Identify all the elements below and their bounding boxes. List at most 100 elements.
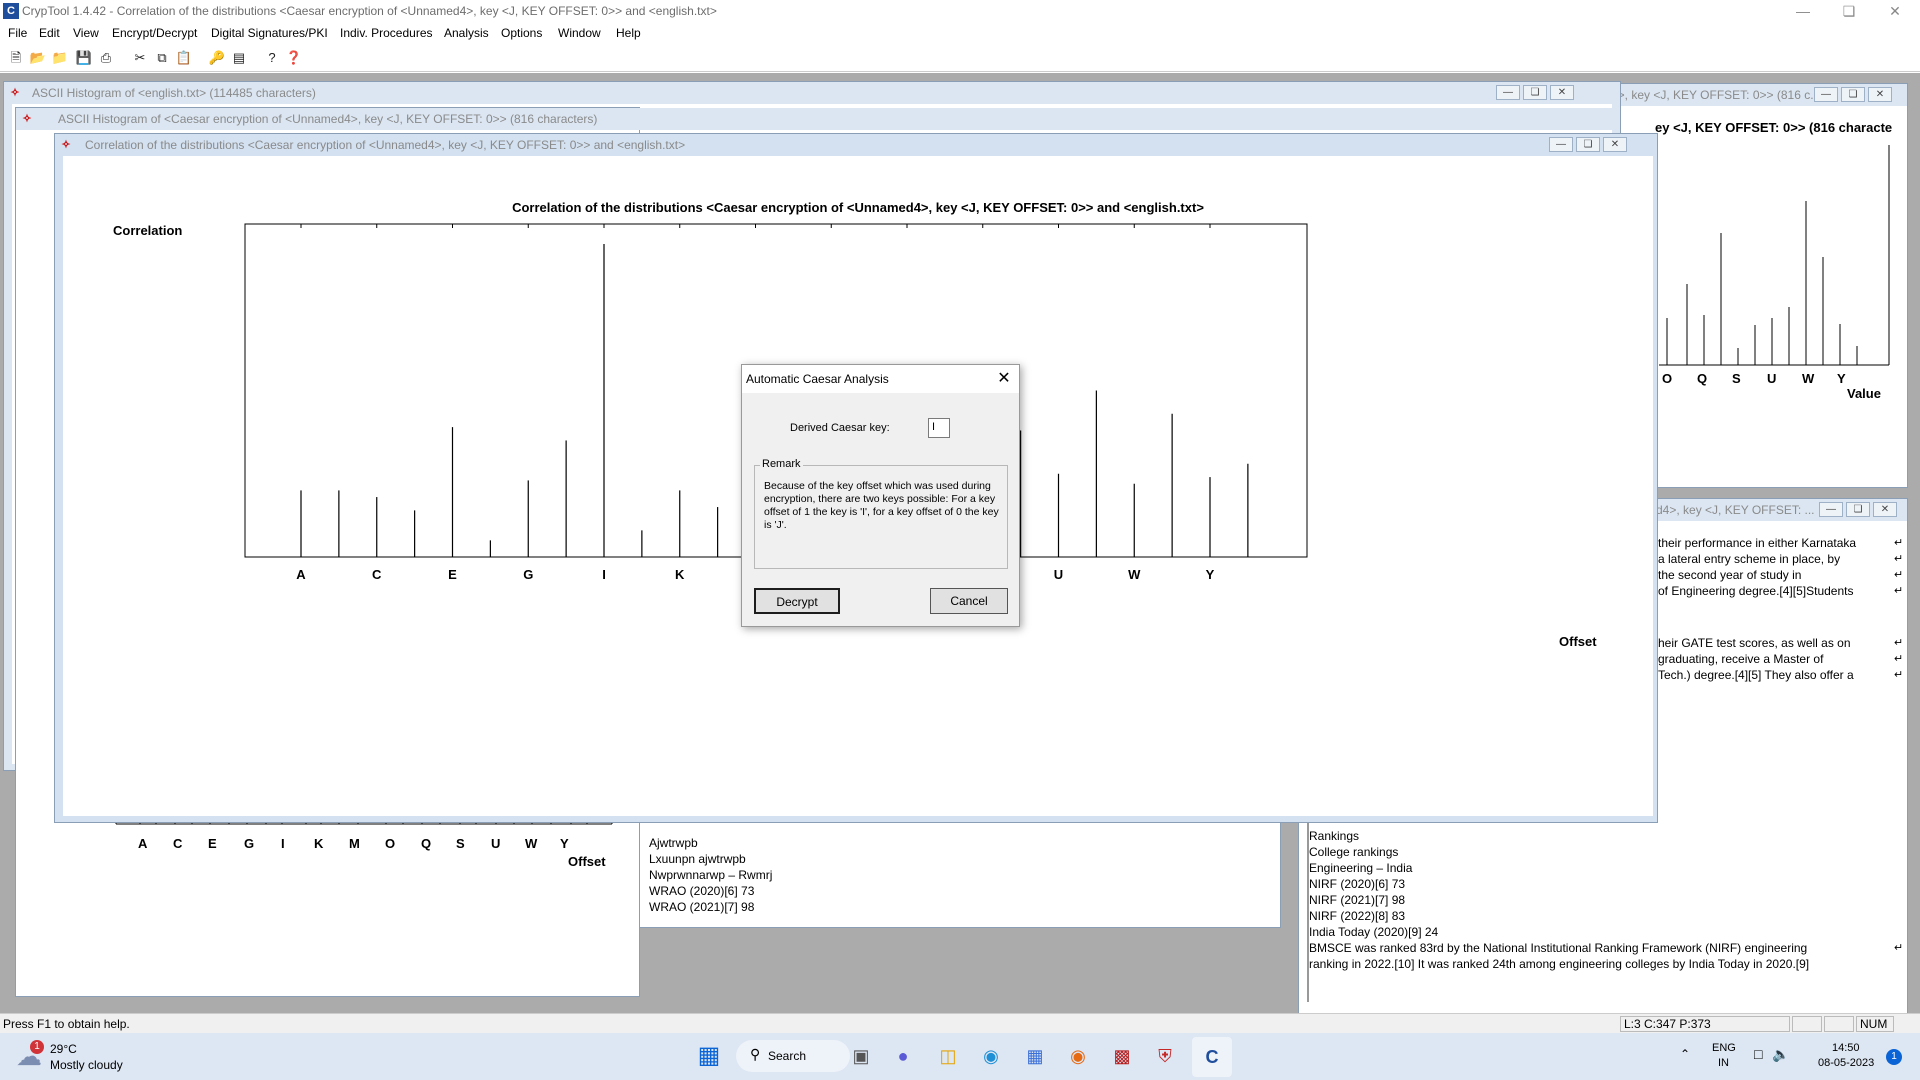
minimize-icon[interactable]: — — [1549, 137, 1573, 152]
menu-window[interactable]: Window — [558, 26, 601, 40]
show-key-icon[interactable]: ▤ — [229, 48, 249, 68]
antivirus-icon[interactable]: ⛨ — [1150, 1041, 1180, 1071]
x-tick-label: Q — [421, 836, 432, 851]
text-line: India Today (2020)[9] 24 — [1309, 925, 1439, 939]
remark-label: Remark — [760, 458, 803, 470]
edge-browser-icon[interactable]: ◉ — [976, 1041, 1006, 1071]
restore-icon[interactable]: ❏ — [1523, 85, 1547, 100]
close-icon[interactable]: ✕ — [1872, 0, 1918, 24]
close-icon[interactable]: ✕ — [1603, 137, 1627, 152]
x-tick-label: Y — [1206, 567, 1215, 582]
minimize-icon[interactable]: — — [1780, 0, 1826, 24]
menu-view[interactable]: View — [73, 26, 99, 40]
copy-icon[interactable]: ⧉ — [152, 48, 172, 68]
x-tick-label: M — [349, 836, 360, 851]
context-help-icon[interactable]: ❓ — [284, 48, 304, 68]
x-tick-label: G — [244, 836, 255, 851]
menu-indiv-procedures[interactable]: Indiv. Procedures — [340, 26, 433, 40]
text-line: Nwprwnnarwp – Rwmrj — [649, 868, 773, 882]
derived-key-label: Derived Caesar key: — [790, 422, 890, 434]
chart-window-icon: ✧ — [22, 113, 32, 125]
restore-icon[interactable]: ❏ — [1576, 137, 1600, 152]
text-line: Tech.) degree.[4][5] They also offer a — [1658, 668, 1854, 682]
help-icon[interactable]: ? — [262, 48, 282, 68]
menu-encrypt-decrypt[interactable]: Encrypt/Decrypt — [112, 26, 197, 40]
x-axis-label: Offset — [568, 854, 606, 869]
minimize-icon[interactable]: — — [1814, 87, 1838, 102]
weather-description[interactable]: Mostly cloudy — [50, 1058, 123, 1072]
right-histogram-titlebar[interactable]: 4>, key <J, KEY OFFSET: 0>> (816 c... — … — [1599, 84, 1907, 106]
new-icon[interactable]: 🗎 — [6, 48, 26, 68]
line-wrap-icon: ↵ — [1894, 553, 1904, 565]
status-pane-empty — [1824, 1016, 1854, 1032]
restore-icon[interactable]: ❏ — [1846, 502, 1870, 517]
x-tick-label: O — [385, 836, 396, 851]
cancel-button[interactable]: Cancel — [930, 588, 1008, 614]
taskbar-search[interactable]: ⚲ Search — [736, 1040, 850, 1072]
histogram-english-titlebar[interactable]: ✧ ASCII Histogram of <english.txt> (1144… — [4, 82, 1620, 104]
file-explorer-icon[interactable]: ◫ — [933, 1041, 963, 1071]
show-hidden-icons-icon[interactable]: ⌃ — [1680, 1047, 1690, 1061]
close-icon[interactable]: ✕ — [992, 368, 1016, 388]
line-wrap-icon: ↵ — [1894, 653, 1904, 665]
status-bar: Press F1 to obtain help. L:3 C:347 P:373… — [0, 1013, 1920, 1033]
menu-file[interactable]: File — [8, 26, 27, 40]
save-icon[interactable]: 💾 — [74, 48, 94, 68]
x-tick-label: A — [296, 567, 306, 582]
text-line: NIRF (2022)[8] 83 — [1309, 909, 1406, 923]
firefox-icon[interactable]: ◉ — [1063, 1041, 1093, 1071]
teams-chat-icon[interactable]: ● — [888, 1041, 918, 1071]
app-icon[interactable]: ▩ — [1107, 1041, 1137, 1071]
task-view-icon[interactable]: ▣ — [846, 1041, 876, 1071]
key-icon[interactable]: 🔑 — [207, 48, 227, 68]
x-axis-label: Value — [1847, 386, 1881, 401]
app-title: CrypTool 1.4.42 - Correlation of the dis… — [22, 4, 717, 18]
cut-icon[interactable]: ✂ — [130, 48, 150, 68]
text-line: Ajwtrwpb — [649, 836, 698, 850]
correlation-titlebar[interactable]: ✧ Correlation of the distributions <Caes… — [55, 134, 1657, 156]
restore-icon[interactable]: ❏ — [1841, 87, 1865, 102]
volume-icon[interactable]: 🔈 — [1772, 1046, 1789, 1063]
chart-window-icon: ✧ — [61, 139, 71, 151]
print-icon[interactable]: ⎙ — [96, 48, 116, 68]
minimize-icon[interactable]: — — [1496, 85, 1520, 100]
open-sample-icon[interactable]: 📁 — [50, 48, 70, 68]
x-tick-label: S — [1732, 371, 1741, 386]
x-tick-label: I — [281, 836, 285, 851]
menu-help[interactable]: Help — [616, 26, 641, 40]
x-tick-label: O — [1662, 371, 1673, 386]
chart-window-icon: ✧ — [10, 87, 20, 99]
close-icon[interactable]: ✕ — [1550, 85, 1574, 100]
right-text-titlebar[interactable]: d4>, key <J, KEY OFFSET: ... — ❏ ✕ — [1654, 499, 1907, 521]
search-label: Search — [768, 1049, 807, 1063]
open-icon[interactable]: 📂 — [28, 48, 48, 68]
decrypt-button[interactable]: Decrypt — [754, 588, 840, 614]
network-icon[interactable]: □ — [1754, 1046, 1762, 1062]
minimize-icon[interactable]: — — [1819, 502, 1843, 517]
histogram-caesar-titlebar[interactable]: ✧ ASCII Histogram of <Caesar encryption … — [16, 108, 1616, 130]
text-line: the second year of study in — [1658, 568, 1802, 582]
clock-date[interactable]: 08-05-2023 — [1818, 1057, 1874, 1069]
text-line: a lateral entry scheme in place, by — [1658, 552, 1841, 566]
menu-analysis[interactable]: Analysis — [444, 26, 489, 40]
paste-icon[interactable]: 📋 — [174, 48, 194, 68]
derived-key-field[interactable]: I — [928, 418, 950, 438]
cryptool-taskbar-button[interactable]: C — [1192, 1037, 1232, 1077]
close-icon[interactable]: ✕ — [1868, 87, 1892, 102]
x-tick-label: U — [1054, 567, 1063, 582]
menu-options[interactable]: Options — [501, 26, 542, 40]
store-icon[interactable]: ▦ — [1020, 1041, 1050, 1071]
language-indicator[interactable]: ENG — [1712, 1042, 1736, 1054]
menu-edit[interactable]: Edit — [39, 26, 60, 40]
cryptool-icon: C — [1205, 1047, 1219, 1067]
menu-digital-signatures[interactable]: Digital Signatures/PKI — [211, 26, 328, 40]
notification-badge[interactable]: 1 — [1886, 1049, 1902, 1065]
clock-time[interactable]: 14:50 — [1832, 1042, 1860, 1054]
region-indicator[interactable]: IN — [1718, 1057, 1729, 1069]
dialog-titlebar[interactable]: Automatic Caesar Analysis ✕ — [742, 365, 1019, 393]
windows-start-icon[interactable]: ▦ — [694, 1041, 724, 1071]
cursor-position: L:3 C:347 P:373 — [1620, 1016, 1790, 1032]
weather-temp[interactable]: 29°C — [50, 1042, 77, 1056]
close-icon[interactable]: ✕ — [1873, 502, 1897, 517]
restore-icon[interactable]: ❏ — [1826, 0, 1872, 24]
